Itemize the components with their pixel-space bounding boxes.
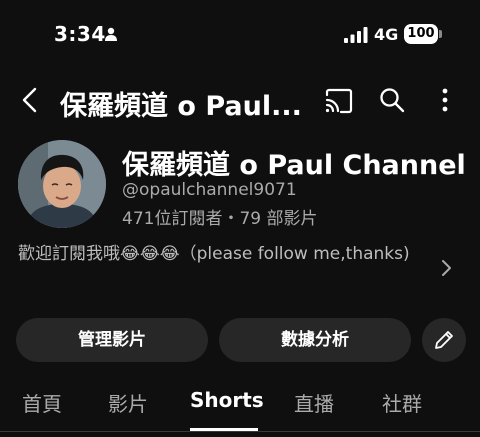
tabs-divider <box>0 431 480 432</box>
tab-videos[interactable]: 影片 <box>108 388 148 417</box>
network-type: 4G <box>374 25 399 44</box>
channel-handle: @opaulchannel9071 <box>122 180 297 200</box>
channel-stats: 471位訂閱者・79 部影片 <box>122 209 318 229</box>
person-icon <box>105 27 117 41</box>
tab-live[interactable]: 直播 <box>294 388 334 417</box>
status-bar: 3:34 4G 100 <box>0 0 480 70</box>
tab-shorts[interactable]: Shorts <box>190 388 264 412</box>
signal-icon <box>344 27 368 43</box>
status-time: 3:34 <box>54 22 106 46</box>
analytics-button[interactable]: 數據分析 <box>219 318 411 362</box>
more-vert-icon[interactable] <box>432 86 458 114</box>
battery-tip <box>439 30 442 38</box>
top-app-bar: 保羅頻道 o Paul... <box>0 72 480 128</box>
channel-name: 保羅頻道 o Paul Channel <box>122 150 466 181</box>
tab-home[interactable]: 首頁 <box>22 388 62 417</box>
channel-avatar[interactable] <box>18 140 106 228</box>
tab-community[interactable]: 社群 <box>382 388 422 417</box>
chevron-right-icon[interactable] <box>436 258 456 278</box>
edit-channel-button[interactable] <box>422 318 466 362</box>
search-icon[interactable] <box>378 86 406 114</box>
battery-indicator: 100 <box>404 24 438 44</box>
app-bar-title: 保羅頻道 o Paul... <box>60 91 302 122</box>
manage-videos-button[interactable]: 管理影片 <box>16 318 208 362</box>
back-icon[interactable] <box>16 86 44 114</box>
pencil-icon <box>435 331 453 349</box>
active-tab-indicator <box>190 428 258 431</box>
channel-description[interactable]: 歡迎訂閱我哦😂😂😂（please follow me,thanks) <box>18 240 428 268</box>
cast-icon[interactable] <box>324 88 354 114</box>
channel-tabs: 首頁 影片 Shorts 直播 社群 <box>0 380 480 437</box>
